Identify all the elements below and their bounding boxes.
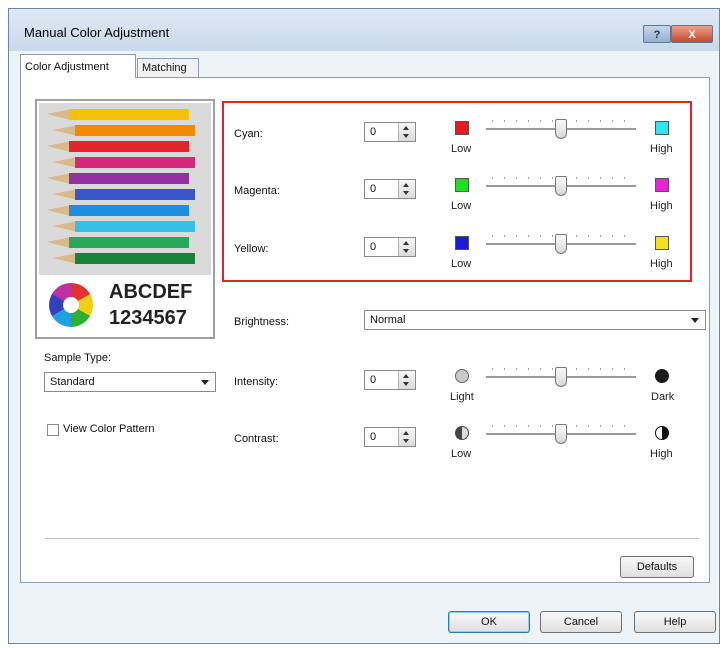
cyan-high-label: High xyxy=(650,143,673,155)
magenta-low-label: Low xyxy=(451,200,472,212)
yellow-slider-thumb[interactable] xyxy=(555,234,567,254)
brightness-select[interactable]: Normal xyxy=(364,310,706,330)
view-color-pattern-label: View Color Pattern xyxy=(63,423,155,435)
magenta-slider-thumb[interactable] xyxy=(555,176,567,196)
intensity-value: 0 xyxy=(370,374,377,386)
help-title-button[interactable]: ? xyxy=(643,25,671,43)
yellow-label: Yellow: xyxy=(234,243,269,255)
close-button[interactable]: X xyxy=(671,25,713,43)
contrast-slider-thumb[interactable] xyxy=(555,424,567,444)
sample-preview: ABCDEF 1234567 xyxy=(35,99,215,339)
contrast-label: Contrast: xyxy=(234,433,279,445)
help-button[interactable]: Help xyxy=(634,611,716,633)
light-circle-icon xyxy=(455,369,469,383)
magenta-label: Magenta: xyxy=(234,185,280,197)
cyan-low-swatch xyxy=(455,121,469,135)
brightness-label: Brightness: xyxy=(234,316,290,328)
magenta-spinner[interactable]: 0 xyxy=(364,179,416,199)
high-contrast-icon xyxy=(655,426,669,440)
tab-matching[interactable]: Matching xyxy=(137,58,199,78)
cyan-high-swatch xyxy=(655,121,669,135)
intensity-low-label: Light xyxy=(450,391,474,403)
sample-type-value: Standard xyxy=(50,376,95,388)
yellow-high-label: High xyxy=(650,258,673,270)
yellow-value: 0 xyxy=(370,241,377,253)
intensity-high-label: Dark xyxy=(651,391,675,403)
low-contrast-icon xyxy=(455,426,469,440)
cyan-low-label: Low xyxy=(451,143,472,155)
ok-button[interactable]: OK xyxy=(448,611,530,633)
cancel-button[interactable]: Cancel xyxy=(540,611,622,633)
cyan-spinner[interactable]: 0 xyxy=(364,122,416,142)
contrast-high-label: High xyxy=(650,448,673,460)
yellow-low-swatch xyxy=(455,236,469,250)
yellow-spinner[interactable]: 0 xyxy=(364,237,416,257)
contrast-spinner[interactable]: 0 xyxy=(364,427,416,447)
magenta-low-swatch xyxy=(455,178,469,192)
window-title: Manual Color Adjustment xyxy=(24,25,170,40)
magenta-value: 0 xyxy=(370,183,377,195)
title-bar: Manual Color Adjustment ? X xyxy=(9,9,719,51)
contrast-value: 0 xyxy=(370,431,377,443)
cyan-value: 0 xyxy=(370,126,377,138)
intensity-spinner[interactable]: 0 xyxy=(364,370,416,390)
yellow-low-label: Low xyxy=(451,258,472,270)
cyan-slider-thumb[interactable] xyxy=(555,119,567,139)
brightness-value: Normal xyxy=(370,314,406,326)
view-color-pattern-checkbox[interactable] xyxy=(47,424,59,436)
tab-color-adjustment[interactable]: Color Adjustment xyxy=(20,54,136,78)
chevron-down-icon xyxy=(691,318,699,323)
sample-text-letters: ABCDEF xyxy=(109,281,193,303)
intensity-label: Intensity: xyxy=(234,376,279,388)
sample-type-label: Sample Type: xyxy=(44,352,112,364)
chevron-down-icon xyxy=(201,380,209,385)
cyan-label: Cyan: xyxy=(234,128,263,140)
pencil-image xyxy=(39,103,211,275)
color-wheel-icon xyxy=(49,283,93,327)
magenta-high-swatch xyxy=(655,178,669,192)
sample-text-numbers: 1234567 xyxy=(109,307,187,329)
separator xyxy=(44,538,700,539)
sample-type-select[interactable]: Standard xyxy=(44,372,216,392)
yellow-high-swatch xyxy=(655,236,669,250)
magenta-high-label: High xyxy=(650,200,673,212)
contrast-low-label: Low xyxy=(451,448,472,460)
dark-circle-icon xyxy=(655,369,669,383)
intensity-slider-thumb[interactable] xyxy=(555,367,567,387)
defaults-button[interactable]: Defaults xyxy=(620,556,694,578)
